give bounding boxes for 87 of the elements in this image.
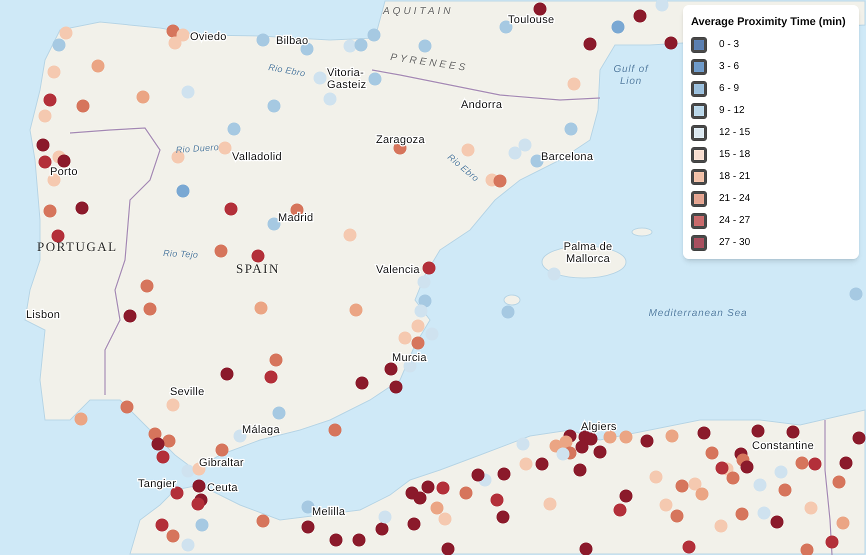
legend-label: 9 - 12: [719, 104, 745, 118]
data-point[interactable]: [698, 426, 710, 440]
data-point[interactable]: [404, 360, 416, 372]
legend-label: 27 - 30: [719, 236, 750, 250]
data-point[interactable]: [534, 2, 546, 16]
place-label: Bilbao: [276, 35, 308, 47]
data-point[interactable]: [640, 434, 654, 448]
water-label: Mediterranean Sea: [648, 308, 748, 319]
data-point[interactable]: [442, 542, 454, 555]
data-point[interactable]: [302, 500, 314, 514]
data-point[interactable]: [220, 368, 234, 380]
data-point[interactable]: [192, 480, 206, 492]
place-label: Melilla: [312, 506, 346, 518]
data-point[interactable]: [148, 428, 162, 440]
place-label: Málaga: [242, 424, 280, 436]
place-label: Zaragoza: [376, 134, 425, 146]
place-label: Oviedo: [190, 31, 227, 43]
data-point[interactable]: [580, 542, 592, 555]
place-label: Porto: [50, 166, 78, 178]
data-point[interactable]: [852, 432, 866, 444]
place-label: Vitoria- Gasteiz: [327, 67, 366, 91]
data-point[interactable]: [376, 522, 388, 536]
country-label: PORTUGAL: [37, 239, 118, 254]
data-point[interactable]: [124, 310, 136, 322]
place-label: Lisbon: [26, 309, 60, 321]
water-label: Gulf of Lion: [613, 64, 649, 87]
legend-title: Average Proximity Time (min): [691, 15, 847, 30]
legend-label: 6 - 9: [719, 82, 740, 96]
place-label: Constantine: [752, 440, 814, 452]
place-label: Valladolid: [232, 151, 282, 163]
region-label: AQUITAIN: [383, 6, 454, 17]
data-point[interactable]: [664, 36, 678, 50]
country-label: SPAIN: [236, 261, 280, 276]
data-point[interactable]: [584, 38, 596, 50]
data-point[interactable]: [536, 458, 548, 470]
data-point[interactable]: [576, 440, 588, 454]
data-point[interactable]: [302, 520, 314, 534]
data-point[interactable]: [594, 446, 606, 458]
data-point[interactable]: [76, 202, 88, 214]
data-point[interactable]: [390, 380, 402, 394]
data-point[interactable]: [840, 456, 852, 470]
data-point[interactable]: [634, 10, 646, 22]
data-point[interactable]: [36, 138, 50, 152]
data-point[interactable]: [356, 376, 368, 390]
place-label: Valencia: [376, 264, 420, 276]
place-label: Tangier: [138, 478, 176, 490]
data-point[interactable]: [584, 432, 598, 446]
river-label: Rio Duero: [175, 142, 220, 155]
data-point[interactable]: [422, 480, 434, 494]
data-point[interactable]: [620, 490, 632, 502]
data-point[interactable]: [408, 518, 420, 530]
data-point[interactable]: [152, 438, 164, 450]
place-label: Andorra: [461, 99, 502, 111]
legend-label: 15 - 18: [719, 148, 750, 162]
place-label: Murcia: [392, 352, 427, 364]
place-label: Ceuta: [207, 482, 238, 494]
data-point[interactable]: [330, 534, 342, 546]
data-point[interactable]: [58, 154, 70, 168]
data-point[interactable]: [752, 424, 764, 438]
river-label: Rio Ebro: [268, 62, 306, 78]
data-point[interactable]: [162, 434, 176, 448]
place-label: Toulouse: [508, 14, 554, 26]
data-point[interactable]: [740, 460, 754, 474]
place-label: Barcelona: [541, 151, 594, 163]
data-point[interactable]: [496, 510, 510, 524]
legend-label: 0 - 3: [719, 38, 740, 52]
data-point[interactable]: [574, 464, 586, 476]
data-point[interactable]: [352, 534, 366, 546]
data-point[interactable]: [472, 468, 484, 482]
data-point[interactable]: [414, 492, 426, 504]
data-point[interactable]: [498, 468, 510, 480]
data-point[interactable]: [770, 516, 784, 528]
legend-label: 3 - 6: [719, 60, 740, 74]
place-label: Gibraltar: [199, 457, 244, 469]
river-label: Rio Tejo: [162, 248, 198, 260]
place-label: Palma de Mallorca: [564, 241, 612, 265]
legend-label: 18 - 21: [719, 170, 750, 184]
data-point[interactable]: [530, 154, 544, 168]
data-point[interactable]: [786, 426, 800, 438]
legend-label: 21 - 24: [719, 192, 750, 206]
place-label: Madrid: [278, 212, 314, 224]
data-point[interactable]: [192, 498, 204, 510]
legend-label: 12 - 15: [719, 126, 750, 140]
data-point[interactable]: [384, 362, 398, 376]
place-label: Algiers: [581, 421, 617, 433]
place-label: Seville: [170, 386, 205, 398]
legend-label: 24 - 27: [719, 214, 750, 228]
